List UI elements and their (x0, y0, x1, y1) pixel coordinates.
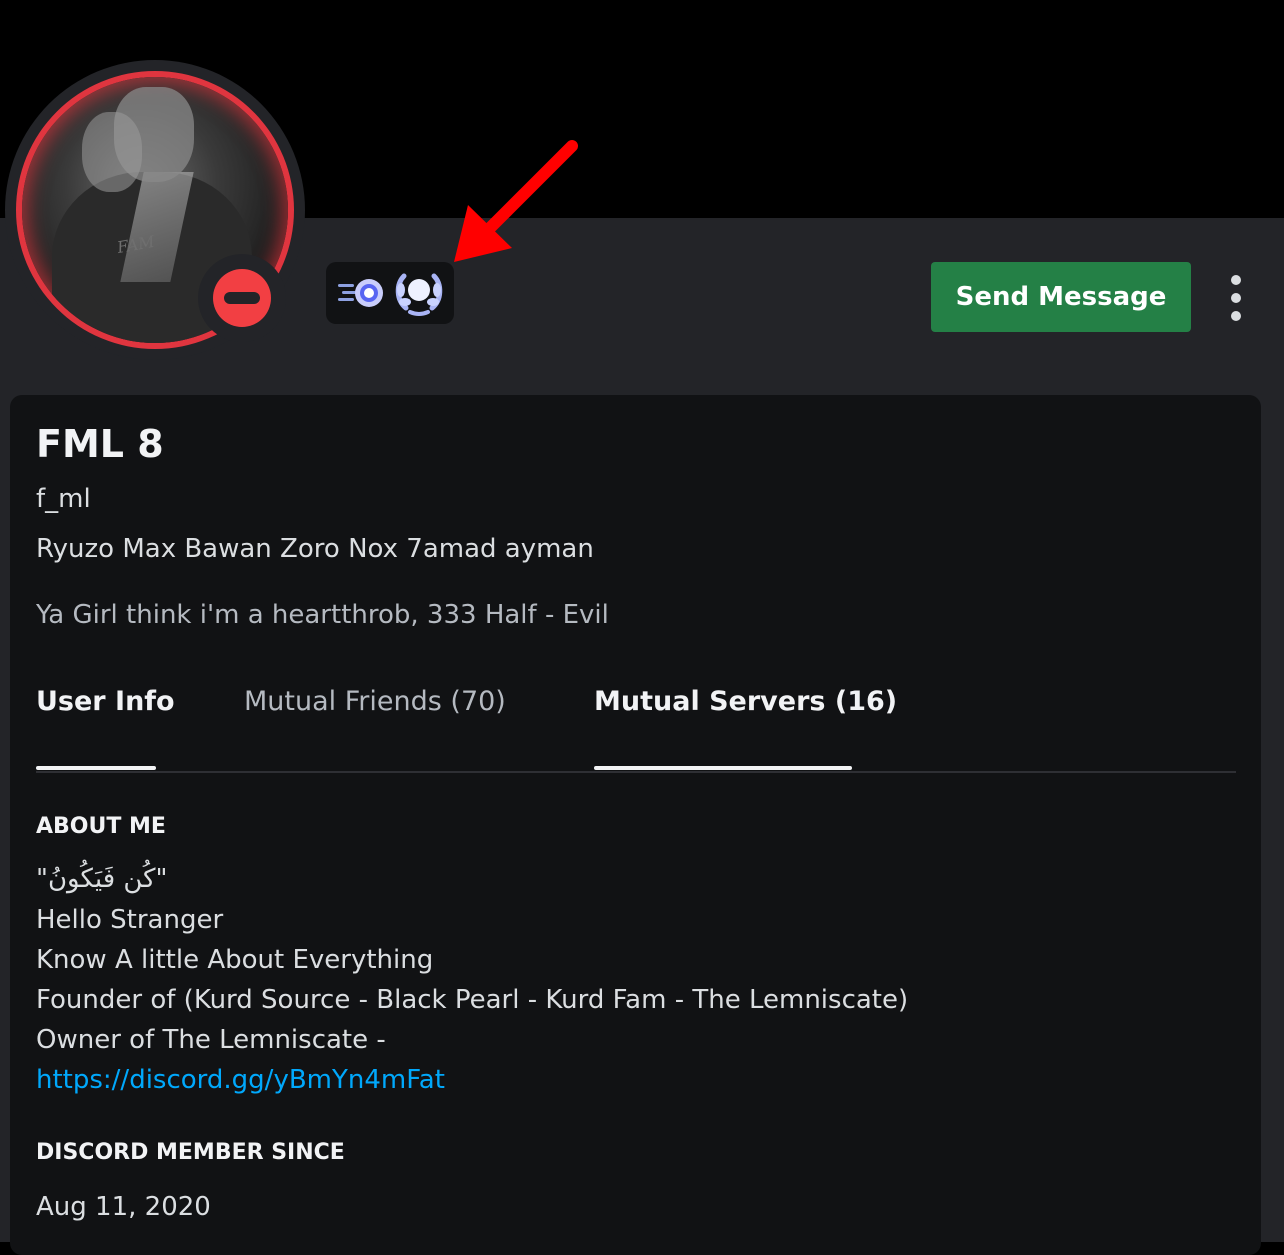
username[interactable]: f_ml (36, 484, 91, 514)
member-since-date: Aug 11, 2020 (36, 1192, 211, 1222)
send-message-button[interactable]: Send Message (931, 262, 1191, 332)
invite-link[interactable]: https://discord.gg/yBmYn4mFat (36, 1065, 445, 1095)
hypesquad-speed-badge-icon[interactable] (336, 272, 388, 314)
profile-card (10, 395, 1261, 1255)
more-options-icon[interactable] (1220, 268, 1252, 328)
display-name: FML 8 (36, 422, 164, 466)
more-dot (1231, 275, 1241, 285)
tabs-divider (36, 771, 1236, 773)
tab-active-indicator (594, 766, 852, 770)
tab-mutual-servers[interactable]: Mutual Servers (16) (594, 686, 897, 717)
tab-mutual-friends[interactable]: Mutual Friends (70) (244, 686, 506, 717)
about-line: Founder of (Kurd Source - Black Pearl - … (36, 985, 909, 1015)
laurel-badge-icon[interactable] (392, 268, 446, 318)
pronouns: Ryuzo Max Bawan Zoro Nox 7amad ayman (36, 534, 594, 564)
tab-active-indicator (36, 766, 156, 770)
about-line: Hello Stranger (36, 905, 224, 935)
about-me-heading: ABOUT ME (36, 814, 166, 839)
about-line: "كُن فَيَكُونُ" (36, 864, 168, 894)
dnd-status-icon (213, 269, 271, 327)
more-dot (1231, 311, 1241, 321)
about-line: Owner of The Lemniscate - (36, 1025, 386, 1055)
member-since-heading: DISCORD MEMBER SINCE (36, 1140, 345, 1165)
more-dot (1231, 293, 1241, 303)
about-line: Know A little About Everything (36, 945, 434, 975)
avatar-figure-hand (82, 112, 142, 192)
tab-user-info[interactable]: User Info (36, 686, 175, 717)
custom-status: Ya Girl think i'm a heartthrob, 333 Half… (36, 600, 609, 630)
